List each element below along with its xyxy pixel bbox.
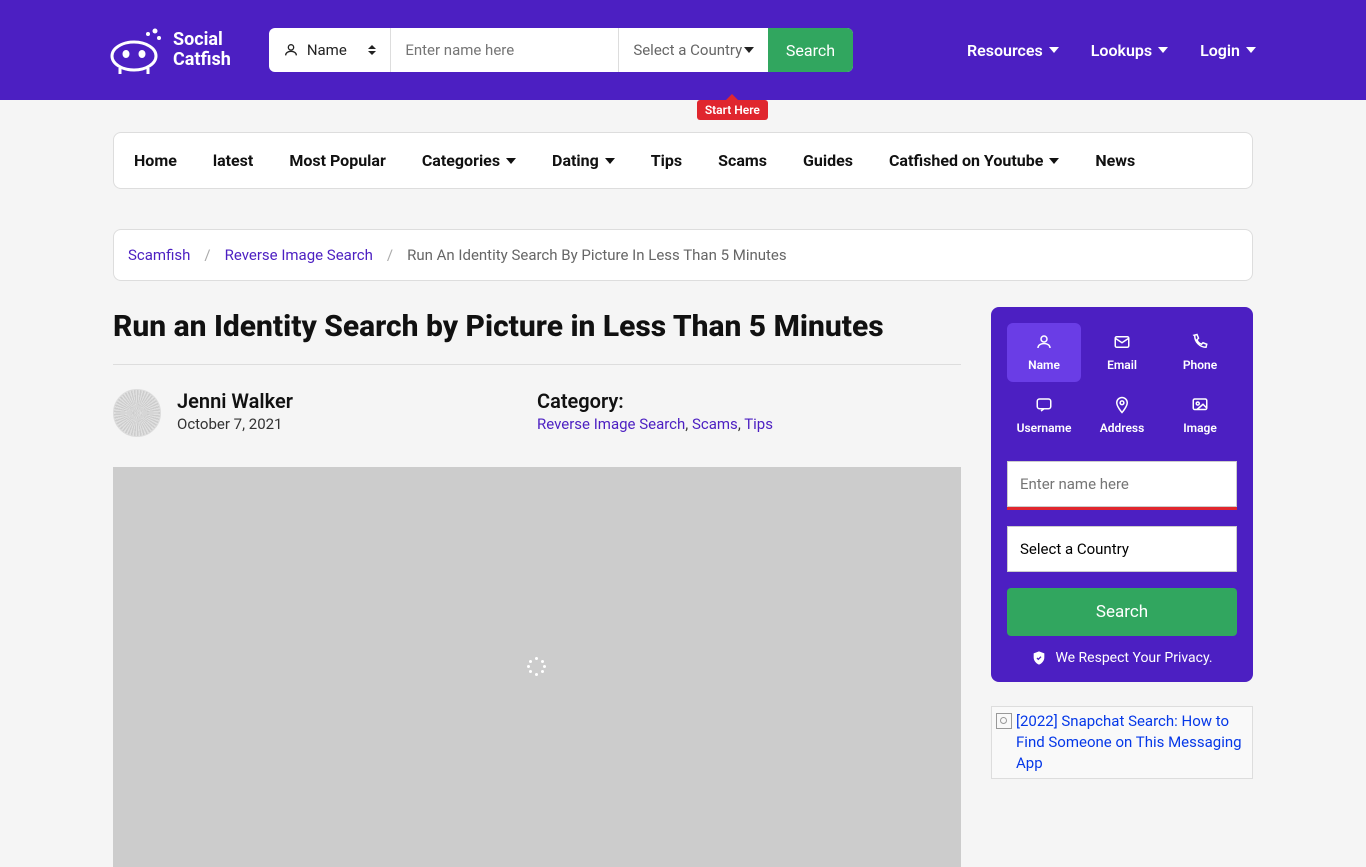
search-tab-phone[interactable]: Phone [1163,323,1237,382]
tab-news[interactable]: News [1095,151,1135,170]
phone-icon [1191,333,1209,351]
article-title: Run an Identity Search by Picture in Les… [113,307,961,346]
chevron-down-icon [1158,47,1168,53]
image-icon [1191,396,1209,414]
tab-tips[interactable]: Tips [651,151,682,170]
sidebar: Name Email Phone Username [991,307,1253,779]
country-select[interactable]: Select a Country [618,28,768,72]
related-article[interactable]: [2022] Snapchat Search: How to Find Some… [991,706,1253,779]
breadcrumb-item-1[interactable]: Scamfish [128,246,190,264]
nav-resources[interactable]: Resources [967,41,1059,60]
chevron-down-icon [1246,47,1256,53]
category-label: Category: [537,389,961,413]
sidebar-country-select[interactable]: Select a Country [1007,526,1237,572]
category-links: Reverse Image Search, Scams, Tips [537,415,961,433]
logo-text-2: Catfish [173,50,231,70]
category-link-1[interactable]: Reverse Image Search [537,415,685,433]
search-button[interactable]: Search [768,28,853,72]
pin-icon [1113,396,1131,414]
tab-latest[interactable]: latest [213,151,253,170]
search-tab-name[interactable]: Name [1007,323,1081,382]
author-avatar [113,389,161,437]
article-hero-image [113,467,961,867]
chevron-down-icon [744,47,754,53]
search-tab-username[interactable]: Username [1007,386,1081,445]
breadcrumb: Scamfish / Reverse Image Search / Run An… [113,229,1253,281]
nav-login[interactable]: Login [1200,41,1256,60]
chevron-down-icon [1049,47,1059,53]
search-tab-email[interactable]: Email [1085,323,1159,382]
tab-scams[interactable]: Scams [718,151,767,170]
nav-lookups[interactable]: Lookups [1091,41,1168,60]
article: Run an Identity Search by Picture in Les… [113,307,961,867]
logo-text-1: Social [173,30,231,50]
sidebar-search-input[interactable] [1007,461,1237,507]
chevron-down-icon [1049,158,1059,164]
logo-icon [110,26,165,74]
tab-categories[interactable]: Categories [422,151,516,170]
chevron-down-icon [506,158,516,164]
broken-image-icon [996,713,1012,729]
sidebar-search-card: Name Email Phone Username [991,307,1253,682]
related-link-text: [2022] Snapchat Search: How to Find Some… [1016,711,1248,774]
tab-dating[interactable]: Dating [552,151,615,170]
breadcrumb-item-2[interactable]: Reverse Image Search [225,246,373,264]
author-name: Jenni Walker [177,389,537,413]
start-here-badge: Start Here [697,100,768,120]
search-tab-image[interactable]: Image [1163,386,1237,445]
country-label: Select a Country [633,41,742,59]
search-tab-address[interactable]: Address [1085,386,1159,445]
category-tabs: Home latest Most Popular Categories Dati… [113,132,1253,189]
header-search-bar: Name Select a Country Search [269,28,853,72]
search-input[interactable] [390,28,618,72]
tab-catfished[interactable]: Catfished on Youtube [889,151,1059,170]
tab-guides[interactable]: Guides [803,151,853,170]
person-icon [283,42,299,58]
category-link-3[interactable]: Tips [744,415,773,433]
search-type-label: Name [307,41,347,59]
loading-spinner-icon [527,657,547,677]
article-date: October 7, 2021 [177,415,537,433]
chat-icon [1035,396,1053,414]
category-link-2[interactable]: Scams [692,415,738,433]
sidebar-search-button[interactable]: Search [1007,588,1237,636]
email-icon [1113,333,1131,351]
shield-icon [1031,650,1047,666]
tab-most-popular[interactable]: Most Popular [289,151,386,170]
logo[interactable]: Social Catfish [110,26,231,74]
privacy-text: We Respect Your Privacy. [1007,650,1237,666]
tab-home[interactable]: Home [134,151,177,170]
breadcrumb-current: Run An Identity Search By Picture In Les… [407,246,787,264]
search-type-selector[interactable]: Name [269,28,391,72]
person-icon [1035,333,1053,351]
chevron-down-icon [605,158,615,164]
